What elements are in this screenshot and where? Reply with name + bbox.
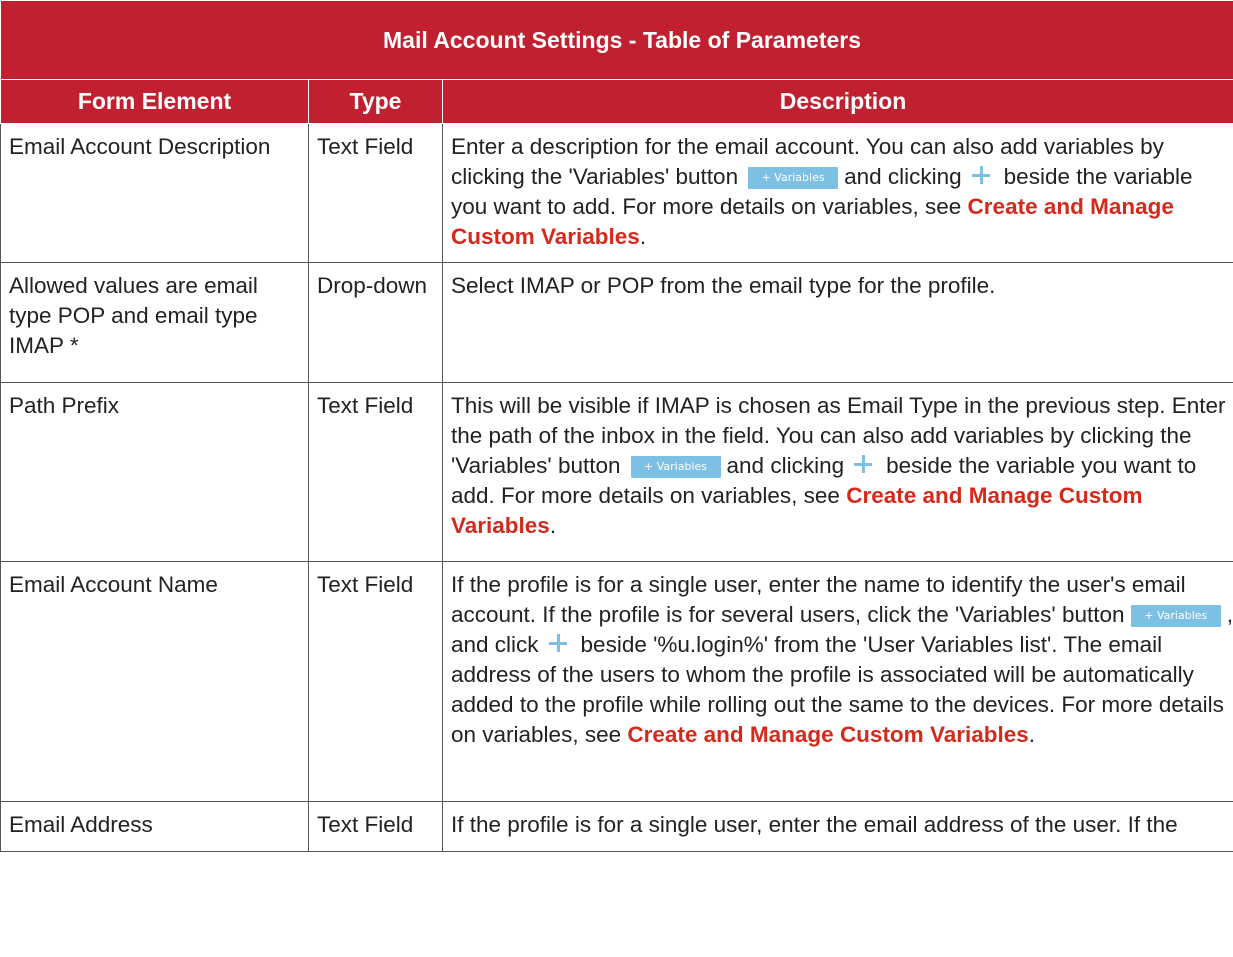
form-element-cell: Email Account Name [0,561,309,802]
description-text: . [549,513,557,538]
form-element-cell: Allowed values are email type POP and em… [0,262,309,383]
plus-icon [970,164,992,186]
form-element-cell: Email Account Description [0,123,309,263]
form-element-cell: Path Prefix [0,382,309,562]
table-row: Email Account Description Text Field Ent… [0,123,1233,263]
type-cell: Text Field [308,382,443,562]
table-row: Allowed values are email type POP and em… [0,262,1233,383]
description-text: . [639,224,647,249]
description-text: . [1028,722,1036,747]
description-cell: This will be visible if IMAP is chosen a… [441,382,1233,562]
description-cell: Select IMAP or POP from the email type f… [441,262,1233,383]
table-row: Path Prefix Text Field This will be visi… [0,382,1233,562]
type-cell: Text Field [308,561,443,802]
type-cell: Text Field [308,123,443,263]
description-cell: If the profile is for a single user, ent… [441,801,1233,852]
description-text: and clicking [726,453,845,478]
description-cell: Enter a description for the email accoun… [441,123,1233,263]
form-element-cell: Email Address [0,801,309,852]
parameters-table: Mail Account Settings - Table of Paramet… [0,0,1233,852]
column-header-type: Type [308,79,443,124]
column-header-form-element: Form Element [0,79,309,124]
table-title: Mail Account Settings - Table of Paramet… [0,0,1233,80]
plus-icon [547,632,569,654]
plus-icon [852,453,874,475]
type-cell: Drop-down [308,262,443,383]
variables-button: + Variables [748,167,839,190]
description-text: Select IMAP or POP from the email type f… [451,273,996,298]
variables-button: + Variables [630,456,721,479]
description-text: and clicking [844,164,962,189]
table-row: Email Address Text Field If the profile … [0,801,1233,852]
variables-button: + Variables [1130,605,1221,628]
type-cell: Text Field [308,801,443,852]
description-text: If the profile is for a single user, ent… [451,812,1178,837]
create-manage-custom-variables-link[interactable]: Create and Manage Custom Variables [627,722,1028,747]
column-header-description: Description [441,79,1233,124]
description-text: If the profile is for a single user, ent… [451,572,1186,627]
description-cell: If the profile is for a single user, ent… [441,561,1233,802]
table-row: Email Account Name Text Field If the pro… [0,561,1233,802]
